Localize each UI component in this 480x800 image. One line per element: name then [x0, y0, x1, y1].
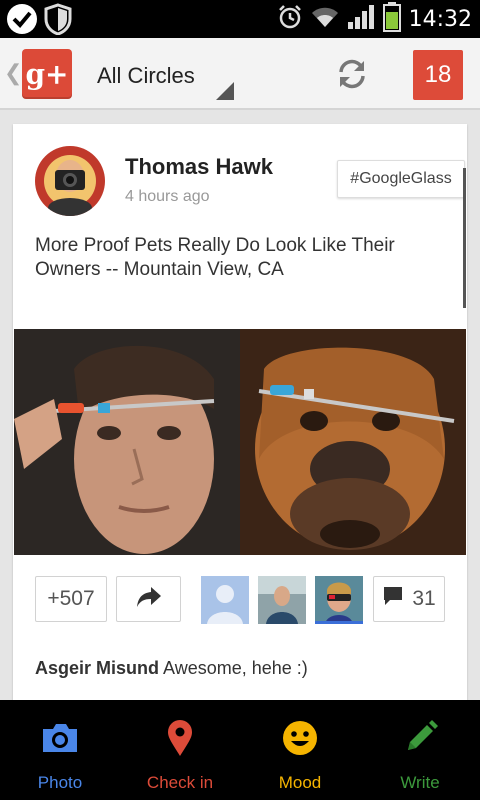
download-complete-icon	[6, 3, 38, 40]
dropdown-corner-icon	[216, 82, 234, 100]
plus-one-button[interactable]: +507	[35, 576, 107, 622]
mood-label: Mood	[278, 773, 322, 792]
author-avatar[interactable]	[35, 146, 105, 216]
map-pin-icon	[158, 718, 202, 758]
post-card[interactable]: Thomas Hawk 4 hours ago #GoogleGlass Mor…	[13, 124, 467, 700]
signal-icon	[347, 4, 375, 35]
post-author[interactable]: Thomas Hawk	[125, 154, 273, 180]
comment-text: Awesome, hehe :)	[163, 658, 308, 678]
share-button[interactable]	[116, 576, 181, 622]
pencil-icon	[398, 718, 442, 758]
comments-button[interactable]: 31	[373, 576, 445, 622]
google-plus-logo[interactable]: g+	[22, 49, 72, 99]
wifi-icon	[311, 5, 339, 34]
scroll-indicator	[463, 168, 466, 308]
plusoner-avatar[interactable]	[201, 576, 249, 624]
refresh-icon	[335, 57, 369, 96]
notifications-badge[interactable]: 18	[413, 50, 463, 100]
comment-author[interactable]: Asgeir Misund	[35, 658, 159, 678]
write-label: Write	[400, 773, 440, 792]
hashtag-chip[interactable]: #GoogleGlass	[337, 160, 465, 198]
comment-preview[interactable]: Asgeir Misund Awesome, hehe :)	[35, 658, 308, 679]
photo-label: Photo	[37, 773, 83, 792]
share-arrow-icon	[136, 586, 162, 613]
mood-button[interactable]: Mood	[240, 700, 360, 800]
comment-count: 31	[412, 587, 436, 610]
up-caret-icon[interactable]: ❮	[4, 60, 22, 86]
bottom-action-bar: Photo Check in Mood Write	[0, 700, 480, 800]
alarm-icon	[277, 4, 303, 35]
post-text: More Proof Pets Really Do Look Like Thei…	[35, 235, 395, 280]
refresh-button[interactable]	[330, 54, 374, 98]
clock: 14:32	[408, 6, 472, 32]
post-image[interactable]	[14, 329, 466, 555]
shield-icon	[44, 3, 72, 40]
smiley-icon	[278, 718, 322, 758]
stream[interactable]: Thomas Hawk 4 hours ago #GoogleGlass Mor…	[0, 112, 480, 700]
plusoner-avatar[interactable]	[315, 576, 363, 624]
circles-dropdown-label: All Circles	[97, 63, 195, 88]
plusoner-avatar[interactable]	[258, 576, 306, 624]
check-in-label: Check in	[146, 773, 214, 792]
photo-button[interactable]: Photo	[0, 700, 120, 800]
post-actions: +507 31	[13, 576, 467, 626]
comment-bubble-icon	[382, 585, 404, 613]
status-bar: 14:32	[0, 0, 480, 38]
camera-icon	[38, 718, 82, 758]
write-button[interactable]: Write	[360, 700, 480, 800]
action-bar: ❮ g+ All Circles 18	[0, 38, 480, 110]
post-timestamp: 4 hours ago	[125, 188, 210, 205]
battery-icon	[382, 1, 401, 37]
check-in-button[interactable]: Check in	[120, 700, 240, 800]
circles-dropdown[interactable]: All Circles	[88, 46, 236, 102]
